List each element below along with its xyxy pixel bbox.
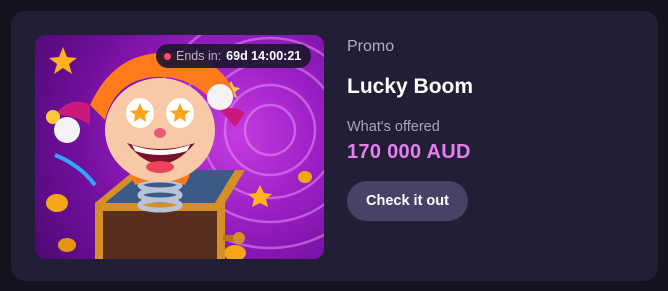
promo-category: Promo [347, 38, 395, 55]
promo-card: Ends in: 69d 14:00:21 Promo Lucky Boom W… [11, 11, 658, 281]
promo-info: Promo Lucky Boom What's offered 170 000 … [347, 11, 637, 281]
promo-image[interactable]: Ends in: 69d 14:00:21 [35, 35, 324, 259]
check-it-out-button[interactable]: Check it out [347, 181, 468, 221]
offer-value: 170 000 AUD [347, 141, 471, 163]
jester-illustration [46, 35, 324, 259]
live-dot-icon [164, 52, 171, 60]
promo-title: Lucky Boom [347, 75, 474, 98]
countdown-badge: Ends in: 69d 14:00:21 [156, 44, 312, 68]
countdown-label: Ends in: [176, 49, 222, 63]
offer-label: What's offered [347, 119, 440, 135]
countdown-value: 69d 14:00:21 [226, 49, 302, 63]
